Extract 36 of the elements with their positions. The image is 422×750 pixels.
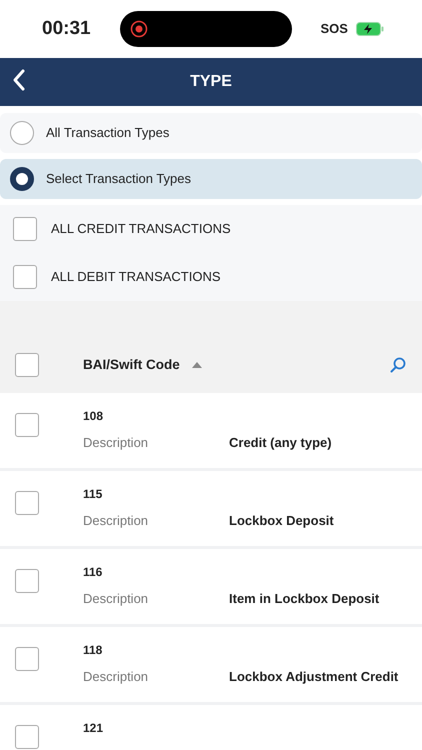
radio-option[interactable]: All Transaction Types [0,113,422,153]
description-text: Lockbox Adjustment Credit [229,668,398,686]
group-label: ALL DEBIT TRANSACTIONS [51,268,221,286]
sos-label: SOS [320,20,348,38]
checkbox[interactable] [15,491,39,515]
code-text: 118 [83,642,104,659]
checkbox[interactable] [13,265,37,289]
checkbox[interactable] [15,725,39,749]
description-text: Lockbox Deposit [229,512,334,530]
checkbox[interactable] [15,647,39,671]
option-label: Select Transaction Types [46,170,192,188]
checkbox[interactable] [15,413,39,437]
description-text: Item in Lockbox Deposit [229,590,380,608]
checkbox[interactable] [15,569,39,593]
page-title: TYPE [190,72,232,92]
field-label: Description [83,590,150,608]
field-label: Description [83,668,150,686]
code-text: 115 [83,486,104,503]
sort-up-icon[interactable] [192,360,202,370]
field-label: Description [83,434,150,452]
select-all-checkbox[interactable] [15,353,39,377]
description-text: Credit (any type) [229,434,332,452]
recording-icon [130,20,148,38]
code-text: 108 [83,408,104,425]
checkbox[interactable] [13,217,37,241]
radio-button[interactable] [10,167,34,191]
radio-option[interactable]: Select Transaction Types [0,159,422,199]
field-label: Description [83,512,150,530]
option-label: All Transaction Types [46,124,170,142]
battery-charging-icon [356,22,384,36]
radio-button[interactable] [10,121,34,145]
column-header[interactable]: BAI/Swift Code [83,354,180,376]
group-label: ALL CREDIT TRANSACTIONS [51,220,231,238]
status-time: 00:31 [42,16,91,41]
code-text: 121 [83,720,104,737]
code-text: 116 [83,564,104,581]
